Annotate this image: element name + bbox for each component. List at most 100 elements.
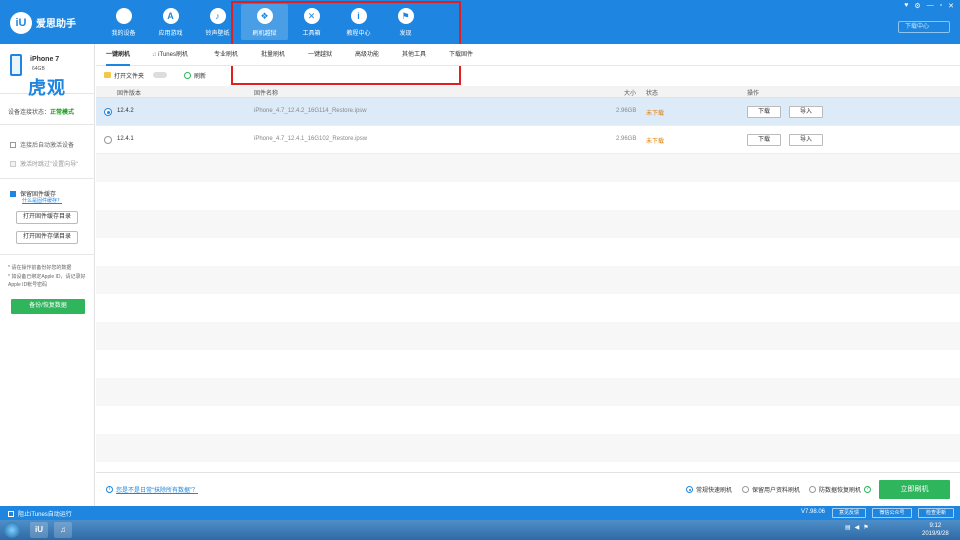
erase-data-link-label: 您是不是日常“抹除所有数据”？ (116, 488, 198, 494)
block-itunes-option[interactable]: 阻止iTunes自动运行 (8, 509, 72, 518)
empty-row (96, 350, 960, 378)
gear-icon[interactable]: ⚙ (914, 2, 920, 10)
mode-keep-data-radio[interactable] (742, 486, 749, 493)
firmware-radio[interactable] (104, 136, 112, 144)
firmware-status: 未下载 (646, 111, 665, 117)
clock-time: 9:12 (929, 523, 942, 529)
skip-wizard-option[interactable]: 激活时跳过"设置向导" (10, 159, 78, 168)
favorite-icon[interactable]: ♥ (904, 2, 908, 10)
empty-row (96, 406, 960, 434)
empty-row (96, 210, 960, 238)
refresh-label: 刷新 (194, 73, 207, 80)
table-row[interactable]: 12.4.2 iPhone_4.7_12.4.2_16G114_Restore.… (96, 98, 960, 126)
erase-data-link[interactable]: i 您是不是日常“抹除所有数据”？ (106, 485, 198, 494)
flash-now-button[interactable]: 立即刷机 (879, 480, 950, 499)
folder-icon (104, 72, 111, 78)
connection-status: 设备连接状态：正常模式 (8, 107, 74, 116)
tab-batch-flash[interactable]: 批量刷机 (261, 44, 285, 66)
nav-apps-games[interactable]: A 应用游戏 (147, 4, 194, 40)
mode-keep-data-label: 保留用户资料刷机 (752, 488, 801, 494)
auto-activate-checkbox[interactable] (10, 141, 16, 148)
what-is-cache-link[interactable]: 什么是固件缓存？ (22, 197, 62, 204)
maximize-icon[interactable]: ▫ (940, 2, 942, 10)
col-size: 大小 (624, 91, 637, 97)
minimize-icon[interactable]: — (927, 2, 934, 10)
firmware-size: 2.96GB (616, 108, 637, 114)
nav-my-device[interactable]: 我的设备 (100, 4, 147, 40)
connection-status-value: 正常模式 (50, 110, 75, 116)
firmware-table-header: 固件版本 固件名称 大小 状态 操作 (96, 86, 960, 98)
open-folder-button[interactable]: 打开文件夹 (104, 71, 144, 80)
firmware-radio[interactable] (104, 108, 112, 116)
download-center-button[interactable]: 下载中心 (898, 21, 950, 33)
left-panel: iPhone 7 64GB 虎观 设备连接状态：正常模式 连接后自动激活设备 激… (0, 44, 95, 506)
empty-row (96, 294, 960, 322)
tab-pro-flash[interactable]: 专业刷机 (214, 44, 238, 66)
import-button[interactable]: 导入 (789, 134, 823, 146)
top-bar: iU 爱思助手 我的设备 A 应用游戏 ♪ 铃声壁纸 ❖ 刷机越狱 ✕ 工具箱 i 教程中… (0, 0, 960, 44)
mode-anti-recover-radio[interactable] (809, 486, 816, 493)
app-logo: iU 爱思助手 (6, 8, 96, 38)
mode-anti-recover-option[interactable]: 防数据恢复刷机 ? (809, 485, 872, 494)
wallpaper-icon: ♪ (209, 8, 226, 24)
device-card: iPhone 7 64GB 虎观 (0, 44, 95, 98)
open-cache-dir-button[interactable]: 打开固件缓存目录 (16, 211, 78, 224)
check-update-button[interactable]: 检查更新 (918, 508, 954, 518)
taskbar-app-aisi[interactable]: iU (30, 522, 48, 538)
network-icon[interactable]: ▤ (845, 524, 851, 531)
info-icon: i (106, 486, 113, 493)
block-itunes-checkbox[interactable] (8, 510, 14, 517)
status-bar: 阻止iTunes自动运行 V7.98.06 意见反馈 微信公众号 检查更新 (0, 506, 960, 520)
close-icon[interactable]: ✕ (948, 2, 954, 10)
mode-keep-data-option[interactable]: 保留用户资料刷机 (742, 485, 800, 494)
firmware-name: iPhone_4.7_12.4.1_16G102_Restore.ipsw (254, 136, 368, 142)
auto-activate-label: 连接后自动激活设备 (20, 143, 75, 149)
wechat-button[interactable]: 微信公众号 (872, 508, 912, 518)
download-button[interactable]: 下载 (747, 134, 781, 146)
tab-other-tools[interactable]: 其他工具 (402, 44, 426, 66)
tab-itunes-flash[interactable]: ♫ iTunes刷机 (152, 44, 188, 66)
col-status: 状态 (646, 91, 659, 97)
download-button[interactable]: 下载 (747, 106, 781, 118)
divider (0, 124, 95, 125)
help-icon[interactable]: ? (864, 486, 872, 493)
empty-row (96, 434, 960, 462)
toggle-icon (153, 72, 167, 78)
skip-wizard-checkbox[interactable] (10, 160, 16, 167)
empty-row (96, 378, 960, 406)
keep-firmware-checkbox[interactable] (10, 190, 16, 197)
nav-label: 我的设备 (111, 31, 136, 37)
backup-restore-button[interactable]: 备份/恢复数据 (11, 299, 85, 314)
tab-one-click-jailbreak[interactable]: 一键越狱 (308, 44, 332, 66)
table-row[interactable]: 12.4.1 iPhone_4.7_12.4.1_16G102_Restore.… (96, 126, 960, 154)
flash-options-bar: i 您是不是日常“抹除所有数据”？ 常规快速刷机 保留用户资料刷机 防数据恢复刷… (96, 472, 960, 506)
nav-label: 应用游戏 (158, 31, 183, 37)
start-button[interactable] (4, 522, 20, 538)
mode-normal-radio[interactable] (686, 486, 693, 493)
firmware-version: 12.4.1 (117, 136, 134, 142)
tab-advanced[interactable]: 高级功能 (355, 44, 379, 66)
connection-status-label: 设备连接状态： (8, 110, 51, 116)
os-taskbar: iU ♫ ▤ ◀ ⚑ 9:12 2019/9/28 (0, 520, 960, 540)
volume-icon[interactable]: ◀ (855, 524, 860, 531)
flag-tray-icon[interactable]: ⚑ (863, 524, 868, 531)
import-button[interactable]: 导入 (789, 106, 823, 118)
nav-label: 铃声壁纸 (205, 31, 230, 37)
tab-one-click-flash[interactable]: 一键刷机 (106, 44, 131, 66)
tab-download-firmware[interactable]: 下载固件 (449, 44, 473, 66)
mode-normal-option[interactable]: 常规快速刷机 (686, 485, 732, 494)
divider (0, 178, 95, 179)
filter-toggle[interactable] (153, 72, 167, 78)
sub-tabs: 一键刷机 ♫ iTunes刷机 专业刷机 批量刷机 一键越狱 高级功能 其他工具… (96, 44, 960, 66)
refresh-button[interactable]: 刷新 (184, 71, 206, 80)
auto-activate-option[interactable]: 连接后自动激活设备 (10, 140, 74, 149)
refresh-icon (184, 71, 191, 79)
taskbar-app-itunes[interactable]: ♫ (54, 522, 72, 538)
mode-normal-label: 常规快速刷机 (696, 488, 733, 494)
col-action: 操作 (747, 91, 760, 97)
open-storage-dir-button[interactable]: 打开固件存储目录 (16, 231, 78, 244)
empty-row (96, 322, 960, 350)
feedback-button[interactable]: 意见反馈 (832, 508, 866, 518)
clock[interactable]: 9:12 2019/9/28 (922, 522, 949, 538)
empty-row (96, 266, 960, 294)
